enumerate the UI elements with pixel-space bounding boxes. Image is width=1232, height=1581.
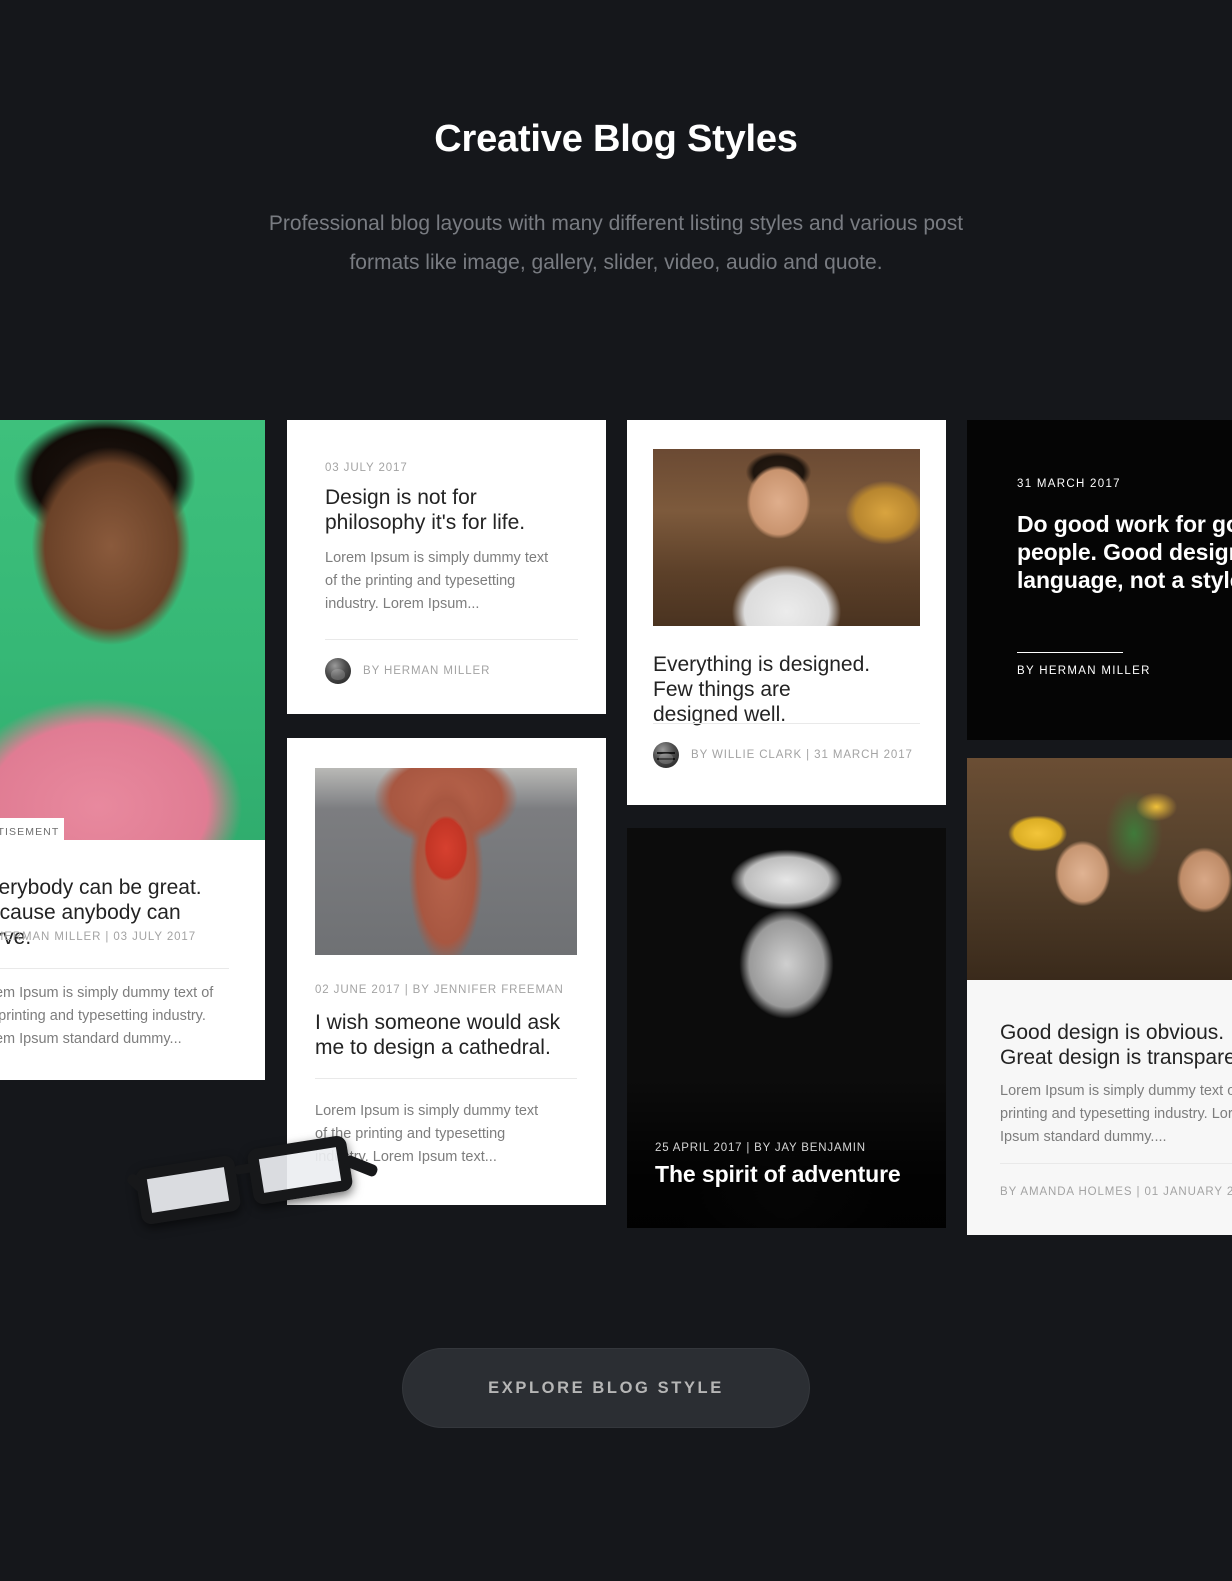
good-design-title: Good design is obvious. Great design is … (1000, 1021, 1232, 1069)
cathedral-meta: 02 JUNE 2017 | BY JENNIFER FREEMAN (315, 984, 564, 996)
design-philosophy-title: Design is not for philosophy it's for li… (325, 486, 526, 534)
everything-designed-photo (653, 449, 920, 626)
cathedral-title: I wish someone would ask me to design a … (315, 1011, 561, 1059)
good-design-divider (1000, 1163, 1232, 1164)
everything-designed-title: Everything is designed. Few things are d… (653, 653, 871, 726)
card-cathedral[interactable]: 02 JUNE 2017 | BY JENNIFER FREEMAN I wis… (287, 738, 606, 1205)
advertisement-meta: BY HERMAN MILLER | 03 JULY 2017 (0, 931, 197, 943)
glasses-left-lens (134, 1154, 242, 1226)
card-good-work[interactable]: 31 MARCH 2017 Do good work for good peop… (967, 420, 1232, 740)
page-title: Creative Blog Styles (434, 118, 798, 160)
page-root: Creative Blog Styles Professional blog l… (0, 0, 1232, 1581)
cathedral-divider (315, 1078, 577, 1079)
design-philosophy-author: BY HERMAN MILLER (363, 665, 491, 677)
good-work-divider-2 (1017, 652, 1123, 653)
card-everything-designed[interactable]: Everything is designed. Few things are d… (627, 420, 946, 805)
design-philosophy-excerpt: Lorem Ipsum is simply dummy text of the … (325, 550, 549, 612)
good-work-title: Do good work for good people. Good desig… (1017, 511, 1232, 593)
good-design-excerpt: Lorem Ipsum is simply dummy text of the … (1000, 1083, 1232, 1145)
cathedral-excerpt: Lorem Ipsum is simply dummy text of the … (315, 1103, 539, 1165)
design-philosophy-author-row: BY HERMAN MILLER (325, 658, 490, 684)
design-philosophy-divider (325, 639, 578, 640)
author-avatar (325, 658, 351, 684)
advertisement-divider (0, 968, 229, 969)
author-avatar (653, 742, 679, 768)
glasses-bridge (233, 1162, 261, 1175)
advertisement-badge: ADVERTISEMENT (0, 818, 64, 846)
card-advertisement[interactable]: ADVERTISEMENT Everybody can be great. Be… (0, 420, 265, 1080)
card-design-philosophy[interactable]: 03 JULY 2017 Design is not for philosoph… (287, 420, 606, 714)
cathedral-photo (315, 768, 577, 955)
explore-blog-style-button[interactable]: EXPLORE BLOG STYLE (402, 1348, 810, 1428)
advertisement-photo (0, 420, 265, 840)
page-subtitle: Professional blog layouts with many diff… (268, 212, 964, 274)
design-philosophy-date: 03 JULY 2017 (325, 462, 408, 474)
advertisement-excerpt: Lorem Ipsum is simply dummy text of the … (0, 985, 214, 1047)
everything-designed-divider (653, 723, 920, 724)
good-work-author: BY HERMAN MILLER (1017, 665, 1151, 677)
good-design-author: BY AMANDA HOLMES | 01 JANUARY 2017 (1000, 1186, 1232, 1198)
good-work-date: 31 MARCH 2017 (1017, 478, 1121, 490)
glasses-temple-left (125, 1172, 149, 1195)
everything-designed-author: BY WILLIE CLARK | 31 MARCH 2017 (691, 749, 913, 761)
card-adventure[interactable]: 25 APRIL 2017 | BY JAY BENJAMIN The spir… (627, 828, 946, 1228)
card-good-design[interactable]: Good design is obvious. Great design is … (967, 758, 1232, 1235)
everything-designed-author-row: BY WILLIE CLARK | 31 MARCH 2017 (653, 742, 913, 768)
adventure-title: The spirit of adventure (655, 1161, 901, 1187)
good-design-photo (967, 758, 1232, 980)
adventure-meta: 25 APRIL 2017 | BY JAY BENJAMIN (655, 1142, 866, 1154)
